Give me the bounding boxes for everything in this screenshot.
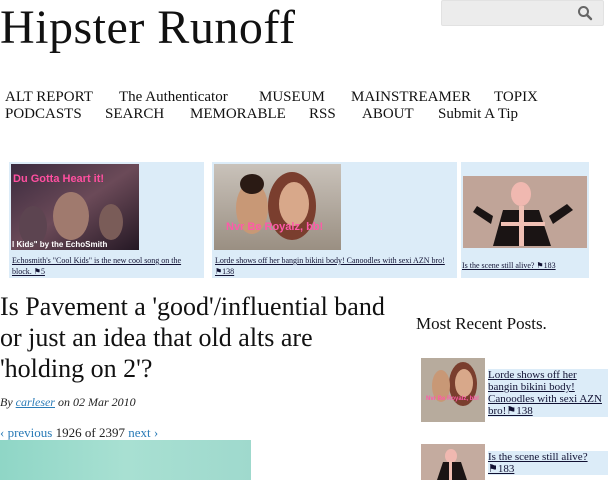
post-title: Is Pavement a 'good'/influential band or… [0,292,385,383]
recent-thumb-1[interactable]: Nvr Be Royalz, bb! [421,358,485,422]
nav-row-2: PODCASTS SEARCH MEMORABLE RSS ABOUT Subm… [5,106,605,123]
nav-topix[interactable]: TOPIX [494,89,538,106]
featured-post-3[interactable]: Is the scene still alive? ⚑183 [461,162,589,278]
featured-caption-3[interactable]: Is the scene still alive? ⚑183 [462,260,586,271]
nav-podcasts[interactable]: PODCASTS [5,106,82,123]
author-link[interactable]: carleser [16,395,55,409]
post-image [0,440,251,480]
nav-mainstreamer[interactable]: MAINSTREAMER [351,89,471,106]
nav-the-authenticator[interactable]: The Authenticator [119,89,228,106]
featured-caption-1[interactable]: Echosmith's "Cool Kids" is the new cool … [12,255,192,277]
nav-museum[interactable]: MUSEUM [259,89,325,106]
recent-post-link-1[interactable]: Lorde shows off her bangin bikini body! … [488,369,608,417]
recent-post-link-2[interactable]: Is the scene still alive?⚑183 [488,451,608,475]
featured-post-2[interactable]: Nvr Be Royalz, bb! Lorde shows off her b… [212,162,457,278]
next-link[interactable]: next › [128,425,158,440]
search-icon[interactable] [577,5,593,21]
search-box[interactable] [441,0,604,26]
featured-thumb-1[interactable]: Du Gotta Heart it! l Kids" by the EchoSm… [11,164,139,250]
featured-caption-2[interactable]: Lorde shows off her bangin bikini body! … [215,255,450,277]
post-date: 02 Mar 2010 [72,395,136,409]
byline-by: By [0,395,13,409]
site-title[interactable]: Hipster Runoff [0,2,295,54]
nav-rss[interactable]: RSS [309,106,336,123]
nav-about[interactable]: ABOUT [362,106,414,123]
sidebar-title: Most Recent Posts. [416,314,547,333]
featured-overlay-1: Du Gotta Heart it! [13,173,104,185]
search-input[interactable] [448,4,573,22]
featured-post-1[interactable]: Du Gotta Heart it! l Kids" by the EchoSm… [9,162,204,278]
recent-thumb-overlay-1: Nvr Be Royalz, bb! [426,396,479,402]
byline: By carleser on 02 Mar 2010 [0,395,136,410]
previous-link[interactable]: ‹ previous [0,425,52,440]
featured-strip: Du Gotta Heart it! l Kids" by the EchoSm… [9,162,589,278]
nav-search[interactable]: SEARCH [105,106,164,123]
post-pager: ‹ previous 1926 of 2397 next › [0,425,158,441]
byline-on: on [57,395,70,409]
main-nav: ALT REPORT The Authenticator MUSEUM MAIN… [5,89,605,123]
featured-thumb-2[interactable]: Nvr Be Royalz, bb! [214,164,341,250]
nav-memorable[interactable]: MEMORABLE [190,106,286,123]
recent-thumb-2[interactable] [421,444,485,480]
featured-suboverlay-1: l Kids" by the EchoSmith [12,240,107,249]
featured-thumb-3[interactable] [463,176,587,248]
nav-row-1: ALT REPORT The Authenticator MUSEUM MAIN… [5,89,605,106]
nav-submit-a-tip[interactable]: Submit A Tip [438,106,518,123]
post-position: 1926 of 2397 [55,425,125,440]
featured-overlay-2: Nvr Be Royalz, bb! [226,221,323,233]
nav-alt-report[interactable]: ALT REPORT [5,89,93,106]
